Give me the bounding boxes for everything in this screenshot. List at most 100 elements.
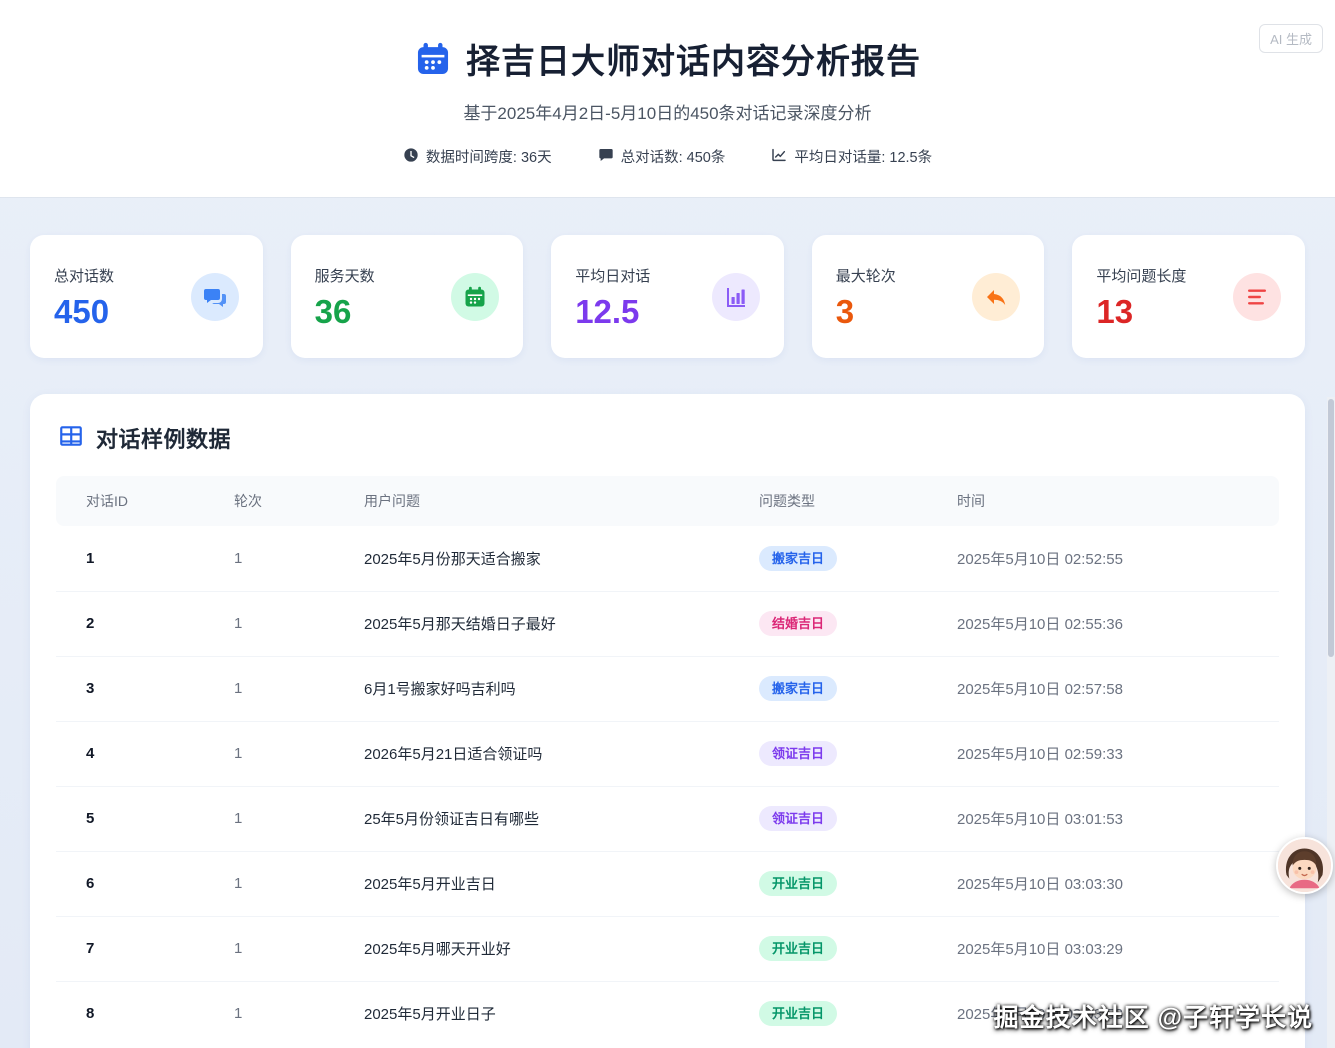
cell-turns: 1 (204, 916, 334, 982)
table-body: 1 1 2025年5月份那天适合搬家 搬家吉日 2025年5月10日 02:52:55 2… (56, 526, 1279, 1046)
cell-conversation-id: 7 (56, 916, 204, 982)
cell-time: 2025年5月10日 02:52:55 (927, 526, 1279, 592)
question-type-badge: 搬家吉日 (759, 676, 838, 701)
cell-question-type: 领证吉日 (729, 721, 927, 787)
cell-question-type: 开业吉日 (729, 981, 927, 1046)
cell-conversation-id: 2 (56, 591, 204, 657)
cell-time: 2025年5月10日 02:59:33 (927, 721, 1279, 787)
section-title: 对话样例数据 (96, 427, 232, 452)
column-header-id: 对话ID (56, 476, 204, 526)
cell-conversation-id: 8 (86, 1005, 95, 1023)
stat-label: 服务天数 (314, 268, 375, 285)
cell-question-type: 搬家吉日 (729, 656, 927, 722)
column-header-turns: 轮次 (204, 476, 334, 526)
calendar-title-icon (414, 40, 452, 78)
cell-turns: 1 (204, 656, 334, 722)
question-type-badge: 开业吉日 (759, 1001, 838, 1027)
cell-question-type: 领证吉日 (729, 786, 927, 852)
stat-value: 450 (54, 293, 110, 330)
cell-turns: 1 (204, 721, 334, 787)
cell-user-question: 2025年5月那天结婚日子最好 (334, 591, 729, 657)
table-row: 1 1 2025年5月份那天适合搬家 搬家吉日 2025年5月10日 02:52:55 (56, 526, 1279, 592)
stat-card-daily-avg: 平均日对话 12.5 (551, 235, 784, 358)
bar-chart-icon (711, 272, 760, 321)
stat-label: 总对话数 (54, 268, 115, 285)
clock-icon (403, 147, 419, 167)
cell-time: 2025年5月10日 03:03:30 (927, 851, 1279, 917)
cell-user-question: 2025年5月哪天开业好 (334, 916, 729, 982)
table-row: 4 1 2026年5月21日适合领证吗 领证吉日 2025年5月10日 02:59:33 (56, 721, 1279, 787)
sample-data-section: 对话样例数据 对话ID 轮次 用户问题 问题类型 时间 1 1 2025年5月份那天… (30, 394, 1305, 1048)
table-header-row: 对话ID 轮次 用户问题 问题类型 时间 (56, 476, 1279, 526)
stat-value: 13 (1096, 293, 1134, 330)
meta-daily-avg: 平均日对话量: 12.5条 (771, 146, 932, 167)
conversation-table: 对话ID 轮次 用户问题 问题类型 时间 1 1 2025年5月份那天适合搬家 搬家吉… (56, 476, 1279, 1046)
question-type-badge: 开业吉日 (759, 936, 838, 961)
scrollbar-thumb[interactable] (1328, 399, 1334, 657)
meta-total-chats: 总对话数: 450条 (598, 146, 726, 167)
meta-text: 数据时间跨度: 36天 (425, 150, 552, 166)
avatar (1276, 837, 1333, 894)
cell-conversation-id: 6 (56, 851, 204, 917)
meta-time-span: 数据时间跨度: 36天 (403, 146, 552, 167)
chat-icon (598, 147, 614, 167)
meta-text: 总对话数: 450条 (620, 150, 726, 166)
table-row: 2 1 2025年5月那天结婚日子最好 结婚吉日 2025年5月10日 02:55:36 (56, 591, 1279, 657)
question-type-badge: 结婚吉日 (759, 611, 838, 636)
meta-text: 平均日对话量: 12.5条 (794, 150, 933, 166)
cell-turns: 1 (204, 786, 334, 852)
stat-card-avg-question-length: 平均问题长度 13 (1072, 235, 1305, 358)
column-header-type: 问题类型 (729, 476, 927, 526)
cell-turns: 1 (204, 591, 334, 657)
page-subtitle: 基于2025年4月2日-5月10日的450条对话记录深度分析 (463, 104, 872, 123)
watermark-text: 掘金技术社区 @子轩学长说 (993, 1004, 1313, 1032)
cell-conversation-id: 5 (56, 786, 204, 852)
cell-user-question: 2025年5月份那天适合搬家 (334, 526, 729, 592)
stat-label: 最大轮次 (835, 268, 896, 285)
table-grid-icon (58, 423, 84, 454)
cell-time: 2025年5月10日 02:55:36 (927, 591, 1279, 657)
stat-value: 3 (835, 293, 855, 330)
question-type-badge: 领证吉日 (759, 806, 838, 831)
cell-user-question: 6月1号搬家好吗吉利吗 (334, 656, 729, 722)
stats-row: 总对话数 450 服务天数 36 平均日对话 12.5 最大轮次 3 平均问题长… (0, 197, 1335, 358)
cell-question-type: 开业吉日 (729, 916, 927, 982)
ai-generated-badge: AI 生成 (1259, 24, 1323, 53)
cell-turns: 1 (204, 851, 334, 917)
calendar-icon (451, 272, 500, 321)
question-type-badge: 开业吉日 (759, 871, 838, 896)
stat-value: 36 (314, 293, 352, 330)
reply-arrow-icon (972, 272, 1021, 321)
trend-icon (771, 147, 787, 167)
question-type-badge: 领证吉日 (759, 741, 838, 766)
cell-time: 2025年5月10日 03:01:53 (927, 786, 1279, 852)
column-header-time: 时间 (927, 476, 1279, 526)
stat-card-total-chats: 总对话数 450 (30, 235, 263, 358)
table-row: 6 1 2025年5月开业吉日 开业吉日 2025年5月10日 03:03:30 (56, 851, 1279, 917)
stat-value: 12.5 (575, 293, 640, 330)
cell-time: 2025年5月10日 03:03:29 (927, 916, 1279, 982)
cell-user-question: 25年5月份领证吉日有哪些 (334, 786, 729, 852)
cell-question-type: 结婚吉日 (729, 591, 927, 657)
cell-conversation-id: 4 (56, 721, 204, 787)
cell-question-type: 开业吉日 (729, 851, 927, 917)
text-lines-icon (1232, 272, 1281, 321)
stat-card-max-turns: 最大轮次 3 (811, 235, 1045, 358)
question-type-badge: 搬家吉日 (759, 545, 838, 571)
stat-card-service-days: 服务天数 36 (290, 235, 524, 358)
cell-turns: 1 (234, 1005, 243, 1023)
table-row: 5 1 25年5月份领证吉日有哪些 领证吉日 2025年5月10日 03:01:53 (56, 786, 1279, 852)
cell-time: 2025年5月10日 02:57:58 (927, 656, 1279, 722)
stat-label: 平均日对话 (575, 268, 651, 285)
cell-user-question: 2025年5月开业吉日 (334, 851, 729, 917)
cell-question-type: 搬家吉日 (729, 526, 927, 592)
header-meta-row: 数据时间跨度: 36天 总对话数: 450条 平均日对话量: 12.5条 (0, 146, 1335, 167)
cell-user-question: 2025年5月开业日子 (364, 1006, 496, 1024)
table-row: 3 1 6月1号搬家好吗吉利吗 搬家吉日 2025年5月10日 02:57:58 (56, 656, 1279, 722)
cell-turns: 1 (204, 526, 334, 592)
report-header: AI 生成 择吉日大师对话内容分析报告 基于2025年4月2日-5月10日的45… (0, 0, 1335, 197)
table-row: 7 1 2025年5月哪天开业好 开业吉日 2025年5月10日 03:03:29 (56, 916, 1279, 982)
chat-bubbles-icon (190, 272, 239, 321)
stat-label: 平均问题长度 (1096, 268, 1187, 285)
column-header-question: 用户问题 (334, 476, 729, 526)
